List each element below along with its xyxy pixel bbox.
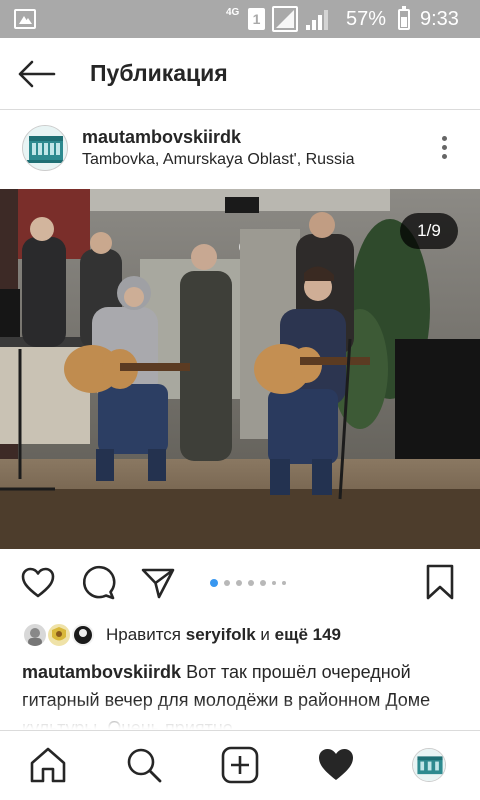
comment-icon[interactable] bbox=[81, 565, 117, 601]
signal-sim2-icon bbox=[306, 10, 328, 30]
page-title: Публикация bbox=[90, 60, 228, 86]
post-actions bbox=[0, 549, 480, 617]
add-post-icon[interactable] bbox=[220, 745, 260, 785]
network-type: 4G bbox=[226, 7, 240, 18]
carousel-dot bbox=[282, 581, 286, 585]
post-photo[interactable]: 1/9 bbox=[0, 189, 480, 549]
battery-icon bbox=[398, 6, 410, 30]
activity-heart-icon[interactable] bbox=[316, 745, 356, 785]
liker-avatar bbox=[70, 622, 96, 648]
carousel-dot bbox=[210, 579, 218, 587]
carousel-dot bbox=[236, 580, 242, 586]
post-username[interactable]: mautambovskiirdk bbox=[82, 127, 241, 148]
image-counter: 1/9 bbox=[400, 213, 458, 249]
likes-text[interactable]: Нравится seryifolk и ещё 149 bbox=[106, 625, 341, 645]
carousel-dot bbox=[248, 580, 254, 586]
more-vertical-icon[interactable] bbox=[434, 133, 454, 163]
search-icon[interactable] bbox=[124, 745, 164, 785]
avatar[interactable] bbox=[22, 125, 68, 171]
liker-avatar bbox=[46, 622, 72, 648]
signal-sim1-icon bbox=[272, 6, 298, 32]
caption-fade bbox=[0, 700, 480, 730]
top-bar: Публикация bbox=[0, 38, 480, 110]
gallery-notification-icon bbox=[14, 9, 36, 29]
likes-count[interactable]: ещё 149 bbox=[275, 625, 341, 644]
send-icon[interactable] bbox=[140, 565, 176, 601]
carousel-dot bbox=[272, 581, 276, 585]
carousel-dot bbox=[260, 580, 266, 586]
bookmark-icon[interactable] bbox=[424, 563, 456, 601]
heart-outline-icon[interactable] bbox=[20, 565, 56, 601]
liker-avatar bbox=[22, 622, 48, 648]
battery-percent: 57% bbox=[346, 8, 387, 30]
post-header: mautambovskiirdk Tambovka, Amurskaya Obl… bbox=[0, 111, 480, 189]
liker-username[interactable]: seryifolk bbox=[186, 625, 256, 644]
bottom-nav bbox=[0, 730, 480, 800]
caption-username[interactable]: mautambovskiirdk bbox=[22, 662, 181, 682]
carousel-dot bbox=[224, 580, 230, 586]
post-location[interactable]: Tambovka, Amurskaya Oblast', Russia bbox=[82, 151, 355, 169]
likes-row[interactable]: Нравится seryifolk и ещё 149 bbox=[0, 618, 480, 652]
home-icon[interactable] bbox=[28, 745, 68, 785]
profile-icon[interactable] bbox=[412, 748, 446, 782]
sim-indicator: 1 bbox=[248, 8, 265, 30]
building-logo-icon bbox=[23, 126, 67, 170]
clock: 9:33 bbox=[420, 8, 459, 30]
arrow-left-icon[interactable] bbox=[16, 58, 56, 90]
screen: 4G 1 57% 9:33 Публикация mautambovskiird… bbox=[0, 0, 480, 800]
status-bar: 4G 1 57% 9:33 bbox=[0, 0, 480, 38]
